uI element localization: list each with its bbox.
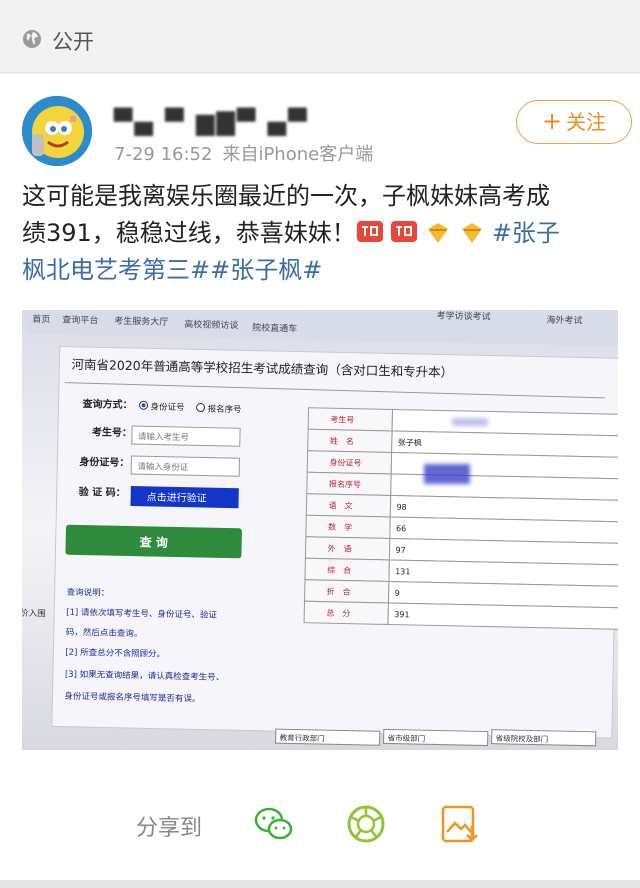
- post-line-2: 绩391，稳稳过线，恭喜妹妹！ #张子: [22, 215, 622, 252]
- photo-verify-button: 点击进行验证: [147, 490, 207, 504]
- photo-query-button: 查 询: [139, 534, 168, 550]
- jiayou-emoji-icon: [390, 221, 417, 242]
- photo-result-value: 98: [396, 503, 406, 512]
- post-line-3: 枫北电艺考第三##张子枫#: [22, 252, 622, 289]
- jiayou-emoji-icon: [356, 221, 383, 242]
- photo-select-3: 省级院校及部门: [496, 733, 549, 744]
- photo-result-value: 66: [396, 524, 406, 533]
- photo-result-label: 数 学: [328, 522, 352, 533]
- bottom-separator: [0, 880, 640, 888]
- share-bar: 分享到: [0, 796, 640, 856]
- post-line-1: 这可能是我离娱乐圈最近的一次，子枫妹妹高考成: [22, 182, 550, 210]
- photo-nav-5: 院校直通车: [252, 322, 297, 335]
- photo-opt-id: 身份证号: [150, 401, 184, 413]
- photo-side-text: 价入围: [22, 609, 46, 620]
- visibility-label: 公开: [52, 30, 94, 54]
- photo-result-value: 131: [395, 567, 410, 576]
- clap-hands-emoji-icon: [461, 223, 482, 243]
- share-label: 分享到: [136, 816, 203, 841]
- photo-result-label: 语 文: [328, 500, 352, 511]
- photo-result-label: 外 语: [328, 543, 352, 554]
- avatar[interactable]: [22, 96, 92, 166]
- username[interactable]: ▀▄ ▀ ▆▇▀ ▄▀: [114, 108, 309, 136]
- photo-instr-2: 码，然后点击查询。: [66, 627, 143, 640]
- post-source[interactable]: 来自iPhone客户端: [222, 144, 373, 165]
- photo-result-value: 张子枫: [398, 437, 422, 448]
- post-text: 这可能是我离娱乐圈最近的一次，子枫妹妹高考成 绩391，稳稳过线，恭喜妹妹！ #张…: [22, 178, 622, 289]
- hashtag-link-cont[interactable]: 枫北电艺考第三#: [22, 256, 210, 284]
- photo-nav-6: 考学访谈考试: [436, 310, 490, 323]
- post-photo[interactable]: 首页 查询平台 考生服务大厅 高校视频访谈 院校直通车 考学访谈考试 海外考试 …: [22, 310, 618, 750]
- photo-exam-no-label: 考生号：: [92, 425, 132, 439]
- hashtag-link[interactable]: #张子: [492, 219, 560, 247]
- follow-label: 关注: [566, 110, 607, 134]
- photo-query-mode: 查询方式：: [81, 397, 132, 411]
- photo-exam-no-input: 请输入考生号: [138, 431, 189, 443]
- photo-id-label: 身份证号：: [79, 455, 129, 469]
- post-meta: 7-29 16:52 来自iPhone客户端: [114, 140, 373, 166]
- photo-result-label: 姓 名: [330, 436, 354, 447]
- photo-result-label: 总 分: [326, 608, 350, 619]
- photo-result-label: 折 合: [327, 586, 351, 597]
- photo-verify-label: 验 证 码：: [79, 485, 126, 499]
- photo-nav-2: 查询平台: [62, 314, 98, 327]
- photo-instr-0: 查询说明：: [67, 587, 110, 599]
- moments-icon[interactable]: [344, 802, 388, 846]
- photo-instr-3: [2] 所查总分不含照顾分。: [65, 647, 165, 660]
- photo-result-label: 综 合: [327, 565, 351, 576]
- score-page-photo: 首页 查询平台 考生服务大厅 高校视频访谈 院校直通车 考学访谈考试 海外考试 …: [22, 310, 618, 750]
- follow-button[interactable]: + 关注: [516, 100, 632, 144]
- plus-icon: +: [541, 107, 563, 135]
- photo-result-label: 考生号: [330, 414, 354, 425]
- photo-id-input: 请输入身份证: [137, 461, 189, 473]
- photo-result-label: 报名序号: [329, 479, 361, 490]
- photo-nav-1: 首页: [32, 313, 50, 325]
- photo-result-label: 身份证号: [329, 457, 361, 468]
- photo-nav-7: 海外考试: [546, 314, 582, 327]
- photo-result-value: 9: [395, 589, 400, 598]
- globe-icon: [23, 30, 41, 48]
- save-image-icon[interactable]: [438, 802, 482, 846]
- photo-result-value: 97: [396, 546, 406, 555]
- photo-select-1: 教育行政部门: [280, 732, 325, 743]
- photo-opt-reg: 报名序号: [207, 404, 241, 416]
- photo-results-table: 考生号姓 名 张子枫身份证号报名序号语 文 98 数 学 66 外 语 97 综 合 131 折 …: [303, 407, 618, 632]
- photo-result-value: 391: [394, 610, 409, 619]
- hashtag-link-2[interactable]: #张子枫#: [210, 256, 322, 284]
- top-bar: 公开: [0, 0, 640, 73]
- photo-select-2: 省市级部门: [388, 732, 426, 743]
- post-card: ▀▄ ▀ ▆▇▀ ▄▀ 7-29 16:52 来自iPhone客户端 + 关注 这可…: [0, 74, 640, 888]
- wechat-icon[interactable]: [252, 802, 296, 846]
- post-time: 7-29 16:52: [114, 144, 213, 165]
- post-line-2-text: 绩391，稳稳过线，恭喜妹妹！: [22, 219, 356, 247]
- clap-hands-emoji-icon: [427, 223, 448, 243]
